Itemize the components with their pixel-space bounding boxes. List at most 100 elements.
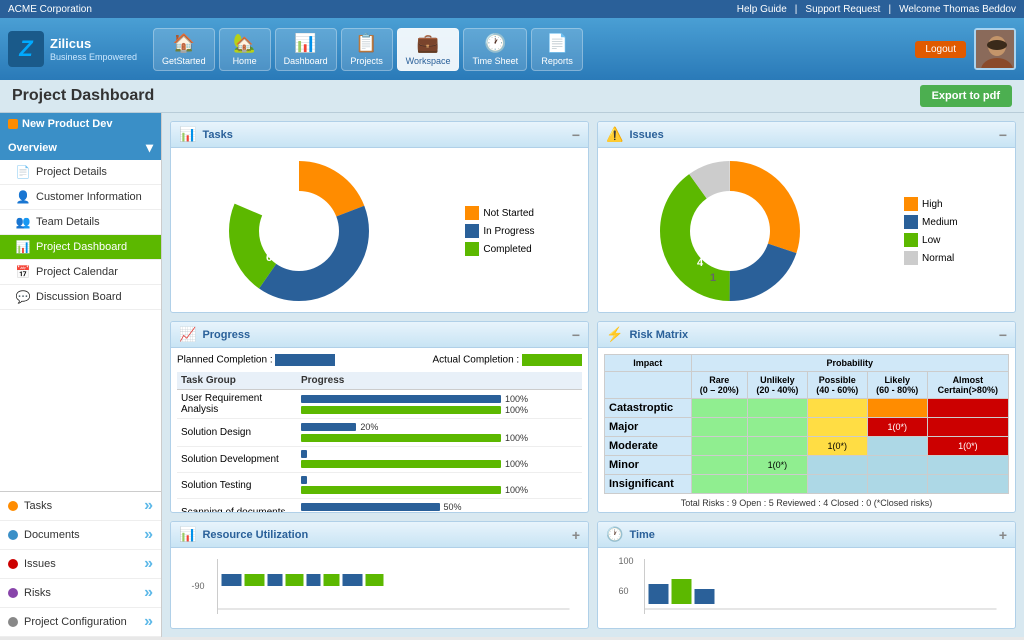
documents-arrow-icon: » [144, 526, 153, 544]
sidebar-item-project-dashboard[interactable]: 📊 Project Dashboard [0, 235, 161, 260]
risk-panel-header: ⚡ Risk Matrix − [598, 322, 1015, 348]
progress-title: Progress [202, 329, 250, 341]
tasks-panel: 📊 Tasks − 5 11 6 [170, 121, 589, 313]
medium-label: Medium [922, 217, 958, 228]
project-config-dot [8, 617, 18, 627]
insignificant-row: Insignificant [605, 475, 1009, 494]
low-label: Low [922, 235, 940, 246]
nav-reports[interactable]: 📄 Reports [531, 28, 583, 71]
sidebar-risks-item[interactable]: Risks » [0, 579, 161, 608]
logo-icon: Z [8, 31, 44, 67]
risks-arrow-icon: » [144, 584, 153, 602]
logo: Z Zilicus Business Empowered [8, 31, 137, 67]
issues-legend: High Medium Low Normal [904, 197, 958, 265]
possible-header: Possible(40 - 60%) [807, 372, 867, 399]
support-request-link[interactable]: Support Request [805, 4, 880, 15]
project-icon [8, 119, 18, 129]
low-color [904, 233, 918, 247]
risk-cell [747, 437, 807, 456]
nav-reports-label: Reports [541, 56, 573, 66]
resource-title: Resource Utilization [202, 529, 308, 541]
tasks-header-icon: 📊 [179, 126, 196, 143]
risk-cell [927, 475, 1008, 494]
time-panel-header: 🕐 Time + [598, 522, 1015, 548]
team-details-icon: 👥 [16, 215, 30, 229]
tasks-legend: Not Started In Progress Completed [465, 206, 534, 256]
risk-cell [807, 399, 867, 418]
documents-dot [8, 530, 18, 540]
task-progress-cell: 20%100% [297, 419, 582, 447]
issues-minimize-button[interactable]: − [999, 127, 1007, 143]
progress-minimize-button[interactable]: − [572, 327, 580, 343]
risk-cell-major-likely: 1(0*) [867, 418, 927, 437]
export-button[interactable]: Export to pdf [920, 85, 1012, 107]
sidebar-item-label: Project Dashboard [36, 241, 127, 253]
risk-cell [747, 399, 807, 418]
sidebar-item-project-calendar[interactable]: 📅 Project Calendar [0, 260, 161, 285]
risk-cell [927, 418, 1008, 437]
legend-high: High [904, 197, 958, 211]
task-name: Scanning of documents [177, 499, 297, 513]
progress-legend-row: Planned Completion : Actual Completion : [177, 354, 582, 366]
project-config-arrow-icon: » [144, 613, 153, 631]
major-row: Major 1(0*) [605, 418, 1009, 437]
risk-cell [747, 418, 807, 437]
sidebar-documents-item[interactable]: Documents » [0, 521, 161, 550]
not-started-color [465, 206, 479, 220]
resource-chart: -90 [177, 554, 582, 619]
main-layout: New Product Dev Overview ▾ 📄 Project Det… [0, 113, 1024, 637]
risk-panel-body: Impact Probability Rare(0 – 20%) Unlikel… [598, 348, 1015, 513]
risk-cell [927, 456, 1008, 475]
catastroptic-row: Catastroptic [605, 399, 1009, 418]
nav-timesheet[interactable]: 🕐 Time Sheet [463, 28, 527, 71]
nav-getstarted[interactable]: 🏠 GetStarted [153, 28, 215, 71]
nav-home[interactable]: 🏡 Home [219, 28, 271, 71]
time-title: Time [629, 529, 654, 541]
actual-bar-legend [522, 354, 582, 366]
risk-cell [691, 475, 747, 494]
discussion-board-icon: 💬 [16, 290, 30, 304]
actual-progress-bar [301, 486, 501, 494]
sidebar-project-config-item[interactable]: Project Configuration » [0, 608, 161, 637]
nav-dashboard[interactable]: 📊 Dashboard [275, 28, 337, 71]
content-area: 📊 Tasks − 5 11 6 [162, 113, 1024, 637]
probability-header: Probability [691, 355, 1008, 372]
svg-text:60: 60 [619, 586, 629, 596]
project-name: New Product Dev [22, 118, 112, 130]
overview-label: Overview [8, 142, 57, 154]
high-color [904, 197, 918, 211]
resource-minimize-button[interactable]: + [572, 527, 580, 543]
sidebar-item-team-details[interactable]: 👥 Team Details [0, 210, 161, 235]
time-minimize-button[interactable]: + [999, 527, 1007, 543]
nav-workspace[interactable]: 💼 Workspace [397, 28, 460, 71]
sidebar-item-customer-information[interactable]: 👤 Customer Information [0, 185, 161, 210]
documents-label: Documents [24, 529, 80, 541]
logout-button[interactable]: Logout [915, 41, 966, 58]
sidebar-overview-section[interactable]: Overview ▾ [0, 135, 161, 160]
sidebar-item-discussion-board[interactable]: 💬 Discussion Board [0, 285, 161, 310]
issues-header-icon: ⚠️ [606, 126, 623, 143]
actual-progress-bar [301, 434, 501, 442]
issues-title: Issues [629, 129, 663, 141]
sidebar-item-label: Project Details [36, 166, 107, 178]
sidebar-issues-item[interactable]: Issues » [0, 550, 161, 579]
help-guide-link[interactable]: Help Guide [737, 4, 787, 15]
risk-cell-moderate-possible: 1(0*) [807, 437, 867, 456]
tasks-label: Tasks [24, 500, 52, 512]
progress-table: Task Group Progress User Requirement Ana… [177, 372, 582, 512]
logout-area: Logout [915, 28, 1016, 70]
svg-text:100: 100 [619, 556, 634, 566]
tasks-minimize-button[interactable]: − [572, 127, 580, 143]
risk-cell-moderate-certain: 1(0*) [927, 437, 1008, 456]
svg-text:3: 3 [740, 197, 746, 209]
task-name: Solution Testing [177, 473, 297, 499]
sidebar-item-project-details[interactable]: 📄 Project Details [0, 160, 161, 185]
risk-minimize-button[interactable]: − [999, 327, 1007, 343]
risk-cell-minor-unlikely: 1(0*) [747, 456, 807, 475]
nav-projects[interactable]: 📋 Projects [341, 28, 393, 71]
sidebar-item-label: Customer Information [36, 191, 142, 203]
risk-matrix-panel: ⚡ Risk Matrix − Impact Probability Rare(… [597, 321, 1016, 513]
issues-label: Issues [24, 558, 56, 570]
sidebar-tasks-item[interactable]: Tasks » [0, 492, 161, 521]
catastroptic-label: Catastroptic [605, 399, 692, 418]
